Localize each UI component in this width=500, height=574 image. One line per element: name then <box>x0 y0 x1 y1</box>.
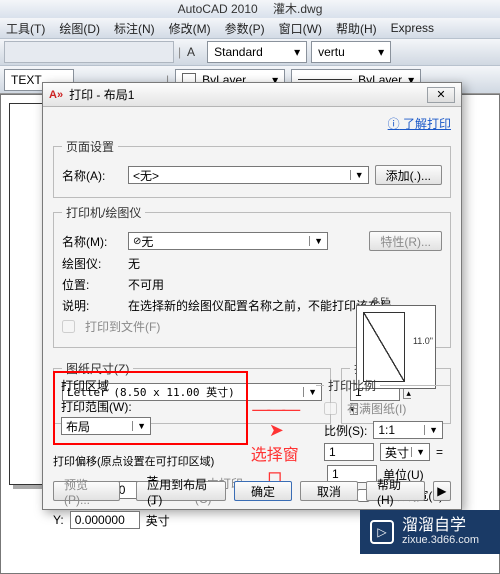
offset-y-unit: 英寸 <box>146 512 170 529</box>
chevron-down-icon: ▾ <box>378 45 384 59</box>
help-button[interactable]: 帮助(H) <box>366 481 425 501</box>
info-icon: ⓘ <box>388 117 400 131</box>
text-style-value: Standard <box>214 45 263 59</box>
to-file-checkbox <box>62 320 75 333</box>
menubar: 工具(T) 绘图(D) 标注(N) 修改(M) 参数(P) 窗口(W) 帮助(H… <box>0 18 500 38</box>
scale-ratio-select[interactable]: 1:1 ▼ <box>373 421 443 439</box>
printer-legend: 打印机/绘图仪 <box>62 204 145 221</box>
close-button[interactable]: ✕ <box>427 87 455 103</box>
line-sample <box>298 79 352 80</box>
preview-height: 11.0" <box>413 336 433 346</box>
menu-window[interactable]: 窗口(W) <box>279 20 322 37</box>
printer-name-select[interactable]: ⊘ 无 ▼ <box>128 232 328 250</box>
scale-unit-value: 英寸 <box>385 444 409 461</box>
scale-unit-select[interactable]: 英寸▼ <box>380 443 430 461</box>
menu-modify[interactable]: 修改(M) <box>169 20 211 37</box>
learn-link[interactable]: ⓘ 了解打印 <box>53 115 451 132</box>
plot-area-legend: 打印区域 <box>61 377 240 394</box>
expand-button[interactable]: ▶ <box>433 481 451 501</box>
app-logo-icon: A» <box>49 89 63 101</box>
chevron-down-icon: ▼ <box>132 421 146 431</box>
text-style-select[interactable]: Standard ▾ <box>207 41 307 63</box>
layer-text-value: TEXT <box>11 73 42 87</box>
plot-dialog: A» 打印 - 布局1 ✕ ⓘ 了解打印 页面设置 名称(A): <无> ▼ 添… <box>42 82 462 510</box>
scale-ratio-label: 比例(S): <box>324 422 367 439</box>
none-icon: ⊘ <box>133 236 141 247</box>
preview-width: 8.5" <box>373 296 389 306</box>
plot-range-label: 打印范围(W): <box>61 398 240 415</box>
learn-link-text: 了解打印 <box>403 117 451 131</box>
to-file-label: 打印到文件(F) <box>85 318 160 335</box>
scale-num-input[interactable] <box>324 443 374 461</box>
dim-style-select[interactable]: vertu ▾ <box>311 41 391 63</box>
ok-button[interactable]: 确定 <box>234 481 292 501</box>
watermark-url: zixue.3d66.com <box>402 534 479 546</box>
chevron-down-icon: ▼ <box>309 236 323 246</box>
watermark-name: 溜溜自学 <box>402 518 479 534</box>
app-title: AutoCAD 2010 <box>178 2 258 16</box>
fit-label: 布满图纸(I) <box>347 400 406 417</box>
page-setup-group: 页面设置 名称(A): <无> ▼ 添加(.)... <box>53 138 451 198</box>
chevron-down-icon: ▾ <box>294 45 300 59</box>
scale-legend: 打印比例 <box>324 377 380 394</box>
fit-checkbox <box>324 402 337 415</box>
chevron-down-icon: ▼ <box>424 425 438 435</box>
svg-text:A: A <box>187 45 195 59</box>
play-icon: ▷ <box>370 520 394 544</box>
menu-parametric[interactable]: 参数(P) <box>225 20 265 37</box>
page-name-label: 名称(A): <box>62 167 122 184</box>
offset-y-label: Y: <box>53 513 64 527</box>
plot-range-value: 布局 <box>66 418 90 435</box>
location-label: 位置: <box>62 276 122 293</box>
scale-ratio-value: 1:1 <box>378 423 395 437</box>
offset-y-input[interactable] <box>70 511 140 529</box>
file-name: 灌木.dwg <box>273 2 322 16</box>
add-pagesetup-button[interactable]: 添加(.)... <box>375 165 442 185</box>
equals-label: = <box>436 445 443 459</box>
toolbar-icons-1[interactable] <box>4 41 174 63</box>
preview-button[interactable]: 预览(P)... <box>53 481 120 501</box>
titlebar: AutoCAD 2010 灌木.dwg <box>0 0 500 18</box>
page-name-value: <无> <box>133 167 159 184</box>
plot-range-select[interactable]: 布局 ▼ <box>61 417 151 435</box>
cancel-button[interactable]: 取消 <box>300 481 358 501</box>
annotation-arrow: ———➤ <box>248 399 302 441</box>
plotter-value: 无 <box>128 255 140 272</box>
printer-group: 打印机/绘图仪 名称(M): ⊘ 无 ▼ 特性(R)... 绘图仪: 无 位置: 不… <box>53 204 451 348</box>
menu-express[interactable]: Express <box>391 21 434 35</box>
plotter-label: 绘图仪: <box>62 255 122 272</box>
watermark: ▷ 溜溜自学 zixue.3d66.com <box>360 510 500 554</box>
dialog-title: 打印 - 布局1 <box>69 86 134 103</box>
text-style-icon[interactable]: A <box>185 43 203 61</box>
printer-name-label: 名称(M): <box>62 233 122 250</box>
desc-label: 说明: <box>62 297 122 314</box>
divider: | <box>178 45 181 59</box>
offset-note: 打印偏移(原点设置在可打印区域) <box>53 453 248 469</box>
printer-props-button: 特性(R)... <box>369 231 442 251</box>
chevron-down-icon: ▼ <box>350 170 364 180</box>
menu-dimension[interactable]: 标注(N) <box>114 20 155 37</box>
chevron-down-icon: ▼ <box>411 447 425 457</box>
location-value: 不可用 <box>128 276 164 293</box>
menu-draw[interactable]: 绘图(D) <box>59 20 100 37</box>
dialog-titlebar[interactable]: A» 打印 - 布局1 ✕ <box>43 83 461 107</box>
page-setup-legend: 页面设置 <box>62 138 118 155</box>
page-name-select[interactable]: <无> ▼ <box>128 166 369 184</box>
menu-help[interactable]: 帮助(H) <box>336 20 377 37</box>
apply-layout-button[interactable]: 应用到布局(T) <box>136 481 226 501</box>
printer-name-value: 无 <box>141 233 153 250</box>
plot-area-highlight: 打印区域 打印范围(W): 布局 ▼ <box>53 371 248 445</box>
dim-style-value: vertu <box>318 45 345 59</box>
toolbar-styles: | A Standard ▾ vertu ▾ <box>0 38 500 66</box>
menu-tools[interactable]: 工具(T) <box>6 20 45 37</box>
